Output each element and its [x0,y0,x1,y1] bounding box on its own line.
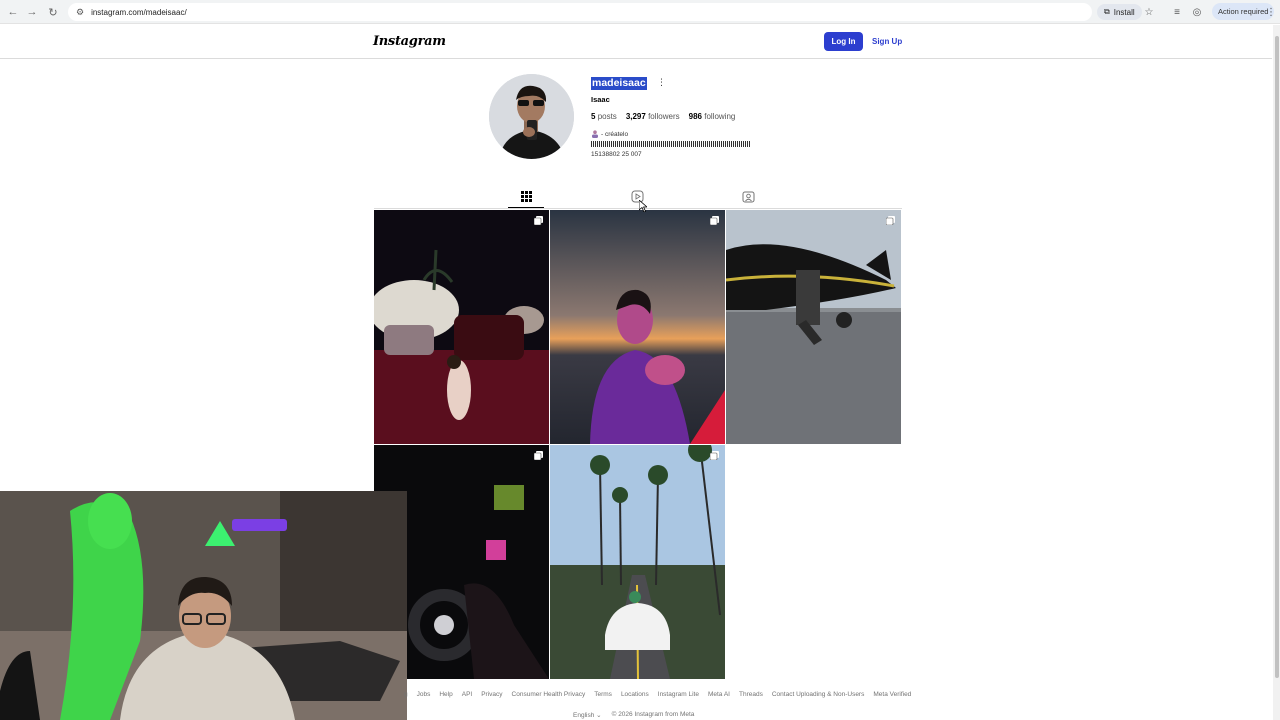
carousel-icon [710,216,719,225]
url-text: instagram.com/madeisaac/ [91,7,187,17]
followers-stat[interactable]: 3,297 followers [626,112,680,121]
footer-link[interactable]: Meta Verified [873,691,911,698]
bio-line: - créatelo [591,130,628,138]
footer-link[interactable]: Jobs [417,691,431,698]
scrollbar-thumb[interactable] [1275,36,1279,678]
mouse-cursor-icon [639,200,647,212]
copyright: © 2026 Instagram from Meta [611,711,695,718]
forward-icon[interactable]: → [24,4,40,20]
menu-kebab-icon[interactable]: ⋮ [1264,4,1278,20]
signup-link[interactable]: Sign Up [872,37,902,46]
tabs-divider [374,208,902,209]
instagram-logo[interactable]: Instagram [373,34,446,49]
address-bar[interactable]: ⚙ instagram.com/madeisaac/ [68,3,1092,21]
webcam-overlay [0,491,407,720]
reading-list-icon[interactable]: ≡ [1170,4,1184,20]
profile-stats: 5 posts 3,297 followers 986 following [591,112,735,121]
following-stat[interactable]: 986 following [689,112,736,121]
carousel-icon [886,216,895,225]
webcam-video [0,491,407,720]
site-settings-icon[interactable]: ⚙ [76,7,84,18]
post-thumbnail-5[interactable] [550,445,725,679]
tab-tagged[interactable] [740,188,756,204]
post-image [726,210,901,444]
avatar[interactable] [489,74,574,159]
footer-link[interactable]: Threads [739,691,763,698]
bookmark-star-icon[interactable]: ☆ [1142,4,1156,20]
instagram-header: Instagram Log In Sign Up [0,25,1272,59]
footer-link[interactable]: Instagram Lite [658,691,699,698]
grid-icon [520,190,532,202]
footer-link[interactable]: Help [439,691,452,698]
footer-links: g Jobs Help API Privacy Consumer Health Priva… [404,691,911,698]
carousel-icon [710,451,719,460]
footer-link[interactable]: Consumer Health Privacy [512,691,586,698]
carousel-icon [534,451,543,460]
footer-link[interactable]: API [462,691,472,698]
browser-toolbar: ← → ↻ ⚙ instagram.com/madeisaac/ ⧉ Insta… [0,0,1280,24]
carousel-icon [534,216,543,225]
language-selector[interactable]: English ⌄ [573,711,602,719]
install-button[interactable]: ⧉ Install [1097,4,1142,20]
post-thumbnail-1[interactable] [374,210,549,444]
post-image [550,445,725,679]
footer-bottom: English ⌄ © 2026 Instagram from Meta [573,711,694,719]
footer-link[interactable]: Contact Uploading & Non-Users [772,691,865,698]
options-icon[interactable]: ⋮ [657,77,666,88]
footer-link[interactable]: Privacy [481,691,502,698]
tagged-icon [742,191,754,202]
post-image [374,210,549,444]
install-label: Install [1113,7,1135,17]
login-button[interactable]: Log In [824,32,863,51]
footer-link[interactable]: g [404,691,408,698]
posts-stat: 5 posts [591,112,617,121]
avatar-photo [489,74,574,159]
footer-link[interactable]: Terms [594,691,612,698]
post-thumbnail-2[interactable] [550,210,725,444]
profile-full-name: Isaac [591,95,610,104]
active-tab-indicator [508,207,544,208]
person-emoji-icon [592,130,598,138]
install-icon: ⧉ [1104,7,1110,16]
footer-link[interactable]: Meta AI [708,691,730,698]
post-image [550,210,725,444]
profile-username: madeisaac [591,77,647,90]
post-thumbnail-3[interactable] [726,210,901,444]
back-icon[interactable]: ← [5,4,21,20]
tab-posts[interactable] [518,188,534,204]
profile-icon[interactable]: ◎ [1190,4,1204,20]
bio-encoded-text [591,141,750,147]
footer-link[interactable]: Locations [621,691,649,698]
bio-number-line: 15138802 25 007 [591,151,642,158]
reload-icon[interactable]: ↻ [45,4,61,20]
